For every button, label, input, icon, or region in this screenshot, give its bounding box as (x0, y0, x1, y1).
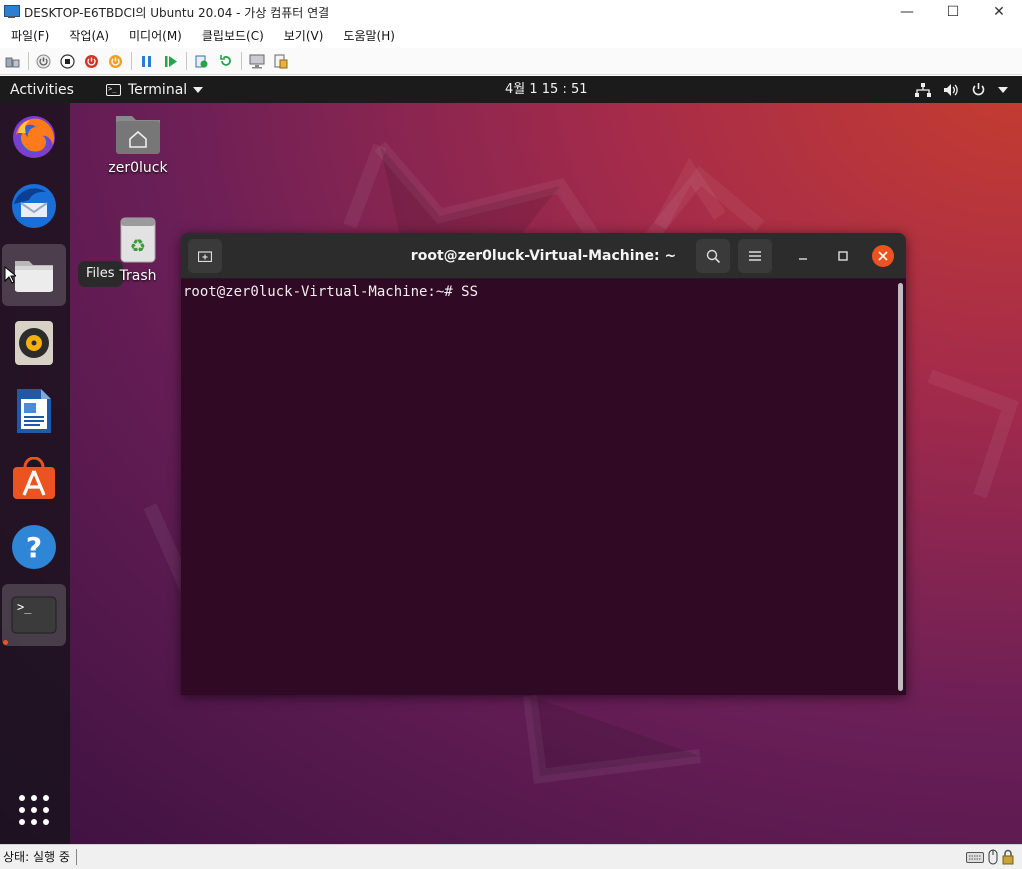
terminal-icon: >_ (11, 596, 57, 634)
save-state-icon[interactable] (107, 53, 124, 70)
chevron-down-icon (998, 86, 1008, 93)
activities-button[interactable]: Activities (0, 82, 98, 98)
pause-icon[interactable] (138, 53, 155, 70)
minimize-button[interactable]: — (884, 0, 930, 24)
keyboard-icon (966, 852, 984, 863)
network-icon (915, 82, 931, 97)
host-toolbar (0, 48, 1022, 75)
toolbar-separator (131, 52, 132, 70)
hamburger-icon (749, 251, 761, 261)
minimize-icon (799, 258, 807, 260)
host-titlebar: DESKTOP-E6TBDCI의 Ubuntu 20.04 - 가상 컴퓨터 연… (0, 0, 1022, 24)
host-menubar: 파일(F) 작업(A) 미디어(M) 클립보드(C) 보기(V) 도움말(H) (0, 24, 1022, 48)
dock-item-software[interactable] (2, 448, 66, 510)
terminal-small-icon: >_ (106, 83, 121, 96)
dock-item-help[interactable]: ? (2, 516, 66, 578)
menu-media[interactable]: 미디어(M) (118, 24, 191, 48)
rhythmbox-icon (15, 321, 53, 365)
system-tray[interactable] (915, 76, 1008, 103)
close-button[interactable]: ✕ (976, 0, 1022, 24)
turn-off-icon[interactable] (59, 53, 76, 70)
menu-view[interactable]: 보기(V) (273, 24, 333, 48)
menu-clipboard[interactable]: 클립보드(C) (191, 24, 273, 48)
writer-icon (17, 389, 51, 433)
terminal-scrollbar[interactable] (898, 283, 903, 691)
desktop-icon-label: zer0luck (108, 160, 168, 176)
terminal-prompt-line: root@zer0luck-Virtual-Machine:~# SS (183, 284, 479, 300)
dock-item-terminal[interactable]: >_ (2, 584, 66, 646)
home-folder-icon (116, 116, 160, 154)
window-title: DESKTOP-E6TBDCI의 Ubuntu 20.04 - 가상 컴퓨터 연… (24, 5, 330, 20)
toolbar-separator (186, 52, 187, 70)
maximize-button[interactable]: ☐ (930, 0, 976, 24)
mouse-icon (988, 849, 998, 865)
vm-status-text: 상태: 실행 중 (0, 849, 77, 865)
guest-screen[interactable]: Activities >_ Terminal 4월 1 15 : 51 ? >_… (0, 76, 1022, 844)
menu-action[interactable]: 작업(A) (58, 24, 118, 48)
show-applications-button[interactable] (2, 779, 66, 841)
terminal-minimize-button[interactable] (793, 246, 813, 266)
shut-down-icon[interactable] (83, 53, 100, 70)
power-icon (972, 83, 985, 96)
trash-icon: ♻ (120, 217, 156, 263)
running-indicator (3, 640, 8, 645)
lock-icon (1002, 849, 1014, 865)
desktop-home-folder[interactable]: zer0luck (98, 112, 178, 176)
chevron-down-icon (193, 86, 204, 93)
files-icon (15, 261, 53, 292)
svg-text:>_: >_ (17, 600, 32, 614)
vm-connection-icon (4, 5, 20, 19)
terminal-window[interactable]: root@zer0luck-Virtual-Machine: ~ root@ze… (181, 233, 906, 695)
terminal-close-button[interactable] (872, 245, 894, 267)
dock-item-firefox[interactable] (2, 106, 66, 168)
desktop-trash[interactable]: ♻ Trash (98, 216, 178, 284)
app-menu-label: Terminal (128, 81, 188, 98)
dock-item-thunderbird[interactable] (2, 175, 66, 237)
toolbar-separator (28, 52, 29, 70)
dock-item-writer[interactable] (2, 380, 66, 442)
mouse-pointer-icon (4, 266, 16, 284)
clock[interactable]: 4월 1 15 : 51 (505, 76, 588, 103)
checkpoint-icon[interactable] (193, 53, 210, 70)
desktop-icon-label: Trash (119, 268, 157, 284)
toolbar-separator (241, 52, 242, 70)
app-menu[interactable]: >_ Terminal (106, 81, 204, 98)
thunderbird-icon (12, 184, 56, 228)
terminal-output[interactable]: root@zer0luck-Virtual-Machine:~# SS (181, 279, 906, 695)
search-icon (706, 249, 720, 263)
dock: ? >_ (0, 103, 70, 844)
volume-icon (944, 83, 958, 96)
dock-item-rhythmbox[interactable] (2, 312, 66, 374)
close-icon (878, 251, 888, 261)
revert-icon[interactable] (217, 53, 234, 70)
resume-icon[interactable] (162, 53, 179, 70)
share-icon[interactable] (272, 53, 289, 70)
firefox-icon (13, 116, 55, 158)
start-icon[interactable] (35, 53, 52, 70)
menu-button[interactable] (738, 239, 772, 273)
gnome-topbar: Activities >_ Terminal 4월 1 15 : 51 (0, 76, 1022, 103)
enhanced-session-icon[interactable] (248, 53, 265, 70)
maximize-icon (838, 251, 848, 261)
menu-help[interactable]: 도움말(H) (332, 24, 404, 48)
help-icon: ? (12, 525, 56, 569)
search-button[interactable] (696, 239, 730, 273)
software-icon (13, 457, 55, 499)
status-icons (966, 849, 1014, 865)
host-statusbar: 상태: 실행 중 (0, 844, 1022, 869)
svg-text:?: ? (26, 531, 42, 564)
app-grid-icon (19, 795, 49, 825)
terminal-headerbar[interactable]: root@zer0luck-Virtual-Machine: ~ (181, 233, 906, 279)
menu-file[interactable]: 파일(F) (0, 24, 58, 48)
svg-text:♻: ♻ (130, 236, 146, 257)
ctrl-alt-del-icon[interactable] (4, 53, 21, 70)
terminal-maximize-button[interactable] (833, 246, 853, 266)
